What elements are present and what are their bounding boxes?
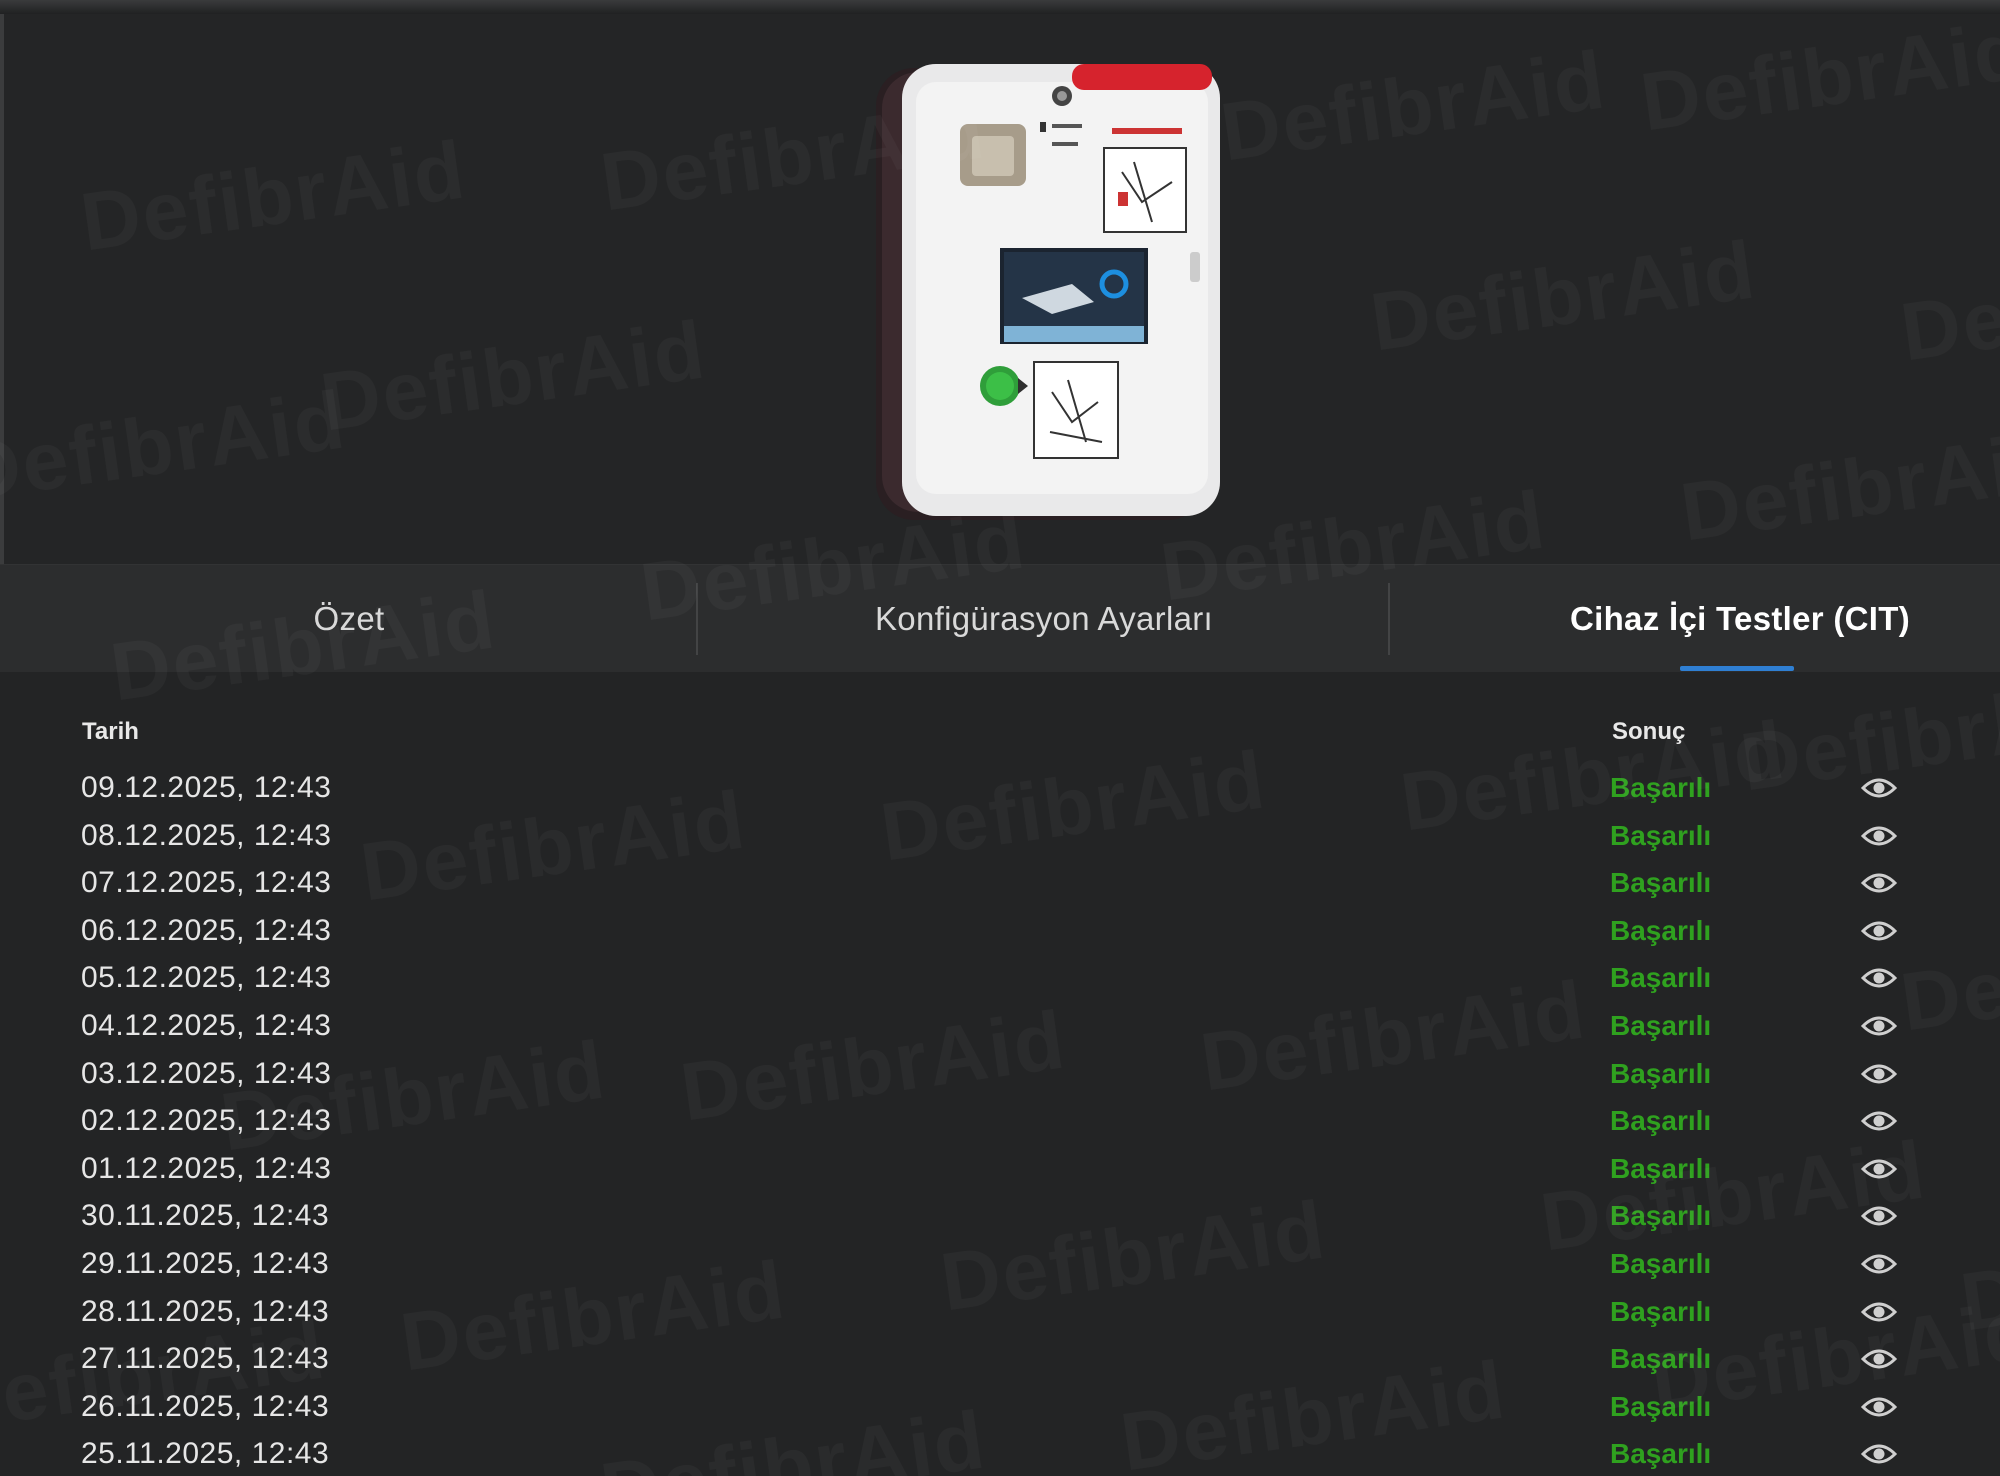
tab-label: Cihaz İçi Testler (CIT) [1570,600,1911,637]
eye-icon[interactable] [1861,870,1897,896]
table-row: 04.12.2025, 12:43 Başarılı [0,1002,2000,1050]
row-result-status: Başarılı [1610,819,1712,851]
row-result-status: Başarılı [1610,1390,1712,1422]
eye-icon[interactable] [1861,1346,1897,1372]
eye-icon[interactable] [1861,918,1897,944]
row-date: 30.11.2025, 12:43 [81,1199,330,1233]
table-row: 09.12.2025, 12:43 Başarılı [0,764,2000,812]
table-row: 27.11.2025, 12:43 Başarılı [0,1335,2000,1383]
row-result-status: Başarılı [1610,1200,1712,1232]
row-date: 05.12.2025, 12:43 [81,961,332,995]
row-result-status: Başarılı [1610,962,1712,994]
row-date: 26.11.2025, 12:43 [81,1389,330,1423]
column-header-date: Tarih [82,718,139,745]
device-image [876,64,1220,520]
row-result-status: Başarılı [1610,1343,1712,1375]
table-row: 01.12.2025, 12:43 Başarılı [0,1145,2000,1193]
row-result-status: Başarılı [1610,1105,1712,1137]
tab-label: Özet [313,600,385,637]
eye-icon[interactable] [1861,1203,1897,1229]
eye-icon[interactable] [1861,1061,1897,1087]
row-result-status: Başarılı [1610,1009,1712,1041]
table-row: 05.12.2025, 12:43 Başarılı [0,954,2000,1002]
row-date: 25.11.2025, 12:43 [81,1437,330,1471]
tab-konfigurasyon-ayarlari[interactable]: Konfigürasyon Ayarları [698,565,1390,673]
row-result-status: Başarılı [1610,1438,1712,1470]
column-header-result: Sonuç [1612,718,1686,745]
row-date: 06.12.2025, 12:43 [81,913,332,947]
row-date: 29.11.2025, 12:43 [81,1246,330,1280]
table-row: 28.11.2025, 12:43 Başarılı [0,1288,2000,1336]
tab-bar: Özet Konfigürasyon Ayarları Cihaz İçi Te… [0,564,2000,673]
row-result-status: Başarılı [1610,867,1712,899]
eye-icon[interactable] [1861,775,1897,801]
eye-icon[interactable] [1861,823,1897,849]
row-date: 28.11.2025, 12:43 [81,1294,330,1328]
eye-icon[interactable] [1861,1013,1897,1039]
eye-icon[interactable] [1861,1394,1897,1420]
row-date: 04.12.2025, 12:43 [81,1008,332,1042]
page: Özet Konfigürasyon Ayarları Cihaz İçi Te… [0,0,2000,1476]
row-date: 07.12.2025, 12:43 [81,866,332,900]
eye-icon[interactable] [1861,1108,1897,1134]
left-edge [0,14,4,564]
active-tab-indicator [1680,666,1794,671]
row-result-status: Başarılı [1610,914,1712,946]
tab-ozet[interactable]: Özet [0,565,698,673]
table-row: 25.11.2025, 12:43 Başarılı [0,1430,2000,1476]
eye-icon[interactable] [1861,1441,1897,1467]
tab-cihaz-ici-testler[interactable]: Cihaz İçi Testler (CIT) [1390,565,2000,673]
row-date: 01.12.2025, 12:43 [81,1151,332,1185]
eye-icon[interactable] [1861,1299,1897,1325]
table-body: 09.12.2025, 12:43 Başarılı 08.12.2025, 12:… [0,764,2000,1476]
row-date: 03.12.2025, 12:43 [81,1056,332,1090]
row-result-status: Başarılı [1610,772,1712,803]
table-row: 07.12.2025, 12:43 Başarılı [0,859,2000,907]
row-result-status: Başarılı [1610,1295,1712,1327]
row-date: 08.12.2025, 12:43 [81,818,332,852]
table-row: 03.12.2025, 12:43 Başarılı [0,1050,2000,1098]
row-result-status: Başarılı [1610,1247,1712,1279]
table-row: 30.11.2025, 12:43 Başarılı [0,1192,2000,1240]
table-row: 02.12.2025, 12:43 Başarılı [0,1097,2000,1145]
eye-icon[interactable] [1861,965,1897,991]
table-row: 26.11.2025, 12:43 Başarılı [0,1383,2000,1431]
row-date: 02.12.2025, 12:43 [81,1104,332,1138]
eye-icon[interactable] [1861,1156,1897,1182]
table-row: 29.11.2025, 12:43 Başarılı [0,1240,2000,1288]
table-row: 06.12.2025, 12:43 Başarılı [0,907,2000,955]
row-result-status: Başarılı [1610,1152,1712,1184]
row-date: 09.12.2025, 12:43 [81,771,332,804]
eye-icon[interactable] [1861,1251,1897,1277]
row-date: 27.11.2025, 12:43 [81,1342,330,1376]
table-row: 08.12.2025, 12:43 Başarılı [0,812,2000,860]
top-strip [0,0,2000,14]
tab-label: Konfigürasyon Ayarları [874,600,1214,637]
row-result-status: Başarılı [1610,1057,1712,1089]
